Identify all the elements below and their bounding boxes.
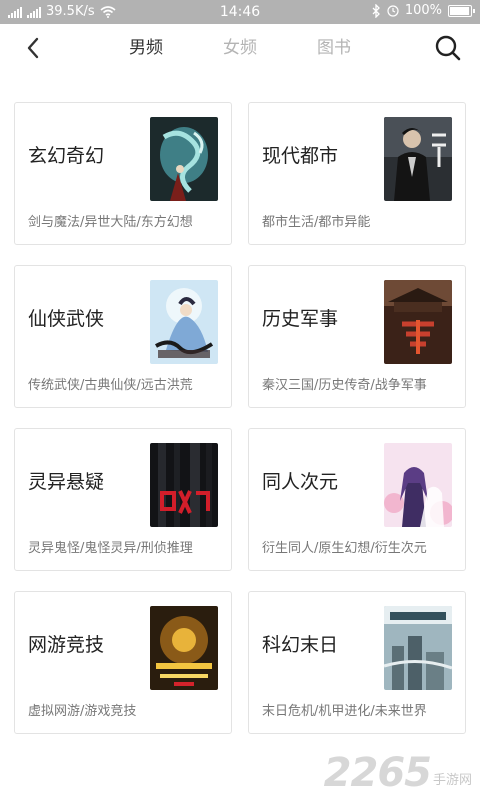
battery-percent: 100%	[404, 3, 442, 18]
tab-books[interactable]: 图书	[287, 36, 381, 60]
gender-tabs: 男频 女频 图书	[0, 36, 480, 60]
category-card-tongren[interactable]: 同人次元 衍生同人/原生幻想/衍生次元	[248, 428, 466, 571]
category-tags: 秦汉三国/历史传奇/战争军事	[262, 378, 427, 393]
watermark-suffix: 手游网	[432, 773, 472, 788]
category-title: 历史军事	[262, 308, 339, 330]
category-tags: 剑与魔法/异世大陆/东方幻想	[28, 215, 193, 230]
category-title: 网游竞技	[28, 634, 105, 656]
book-cover-image	[384, 280, 452, 364]
tab-female[interactable]: 女频	[193, 36, 287, 60]
vibrate-icon	[387, 4, 399, 17]
tab-male[interactable]: 男频	[99, 36, 193, 60]
category-tags: 传统武侠/古典仙侠/远古洪荒	[28, 378, 193, 393]
category-title: 玄幻奇幻	[28, 145, 105, 167]
category-card-kehuan[interactable]: 科幻末日 末日危机/机甲进化/未来世界	[248, 591, 466, 734]
category-card-dushi[interactable]: 现代都市 都市生活/都市异能	[248, 102, 466, 245]
category-grid: 玄幻奇幻 剑与魔法/异世大陆/东方幻想 现代都市 都市生活/都市异能 仙侠武侠 …	[14, 102, 466, 734]
book-cover-image	[150, 117, 218, 201]
category-title: 科幻末日	[262, 634, 339, 656]
battery-icon	[448, 4, 475, 17]
book-cover-image	[384, 606, 452, 690]
category-tags: 末日危机/机甲进化/未来世界	[262, 704, 427, 719]
category-title: 灵异悬疑	[28, 471, 105, 493]
status-bar: 39.5K/s 14:46 100%	[0, 0, 480, 24]
book-cover-image	[150, 443, 218, 527]
book-cover-image	[150, 280, 218, 364]
category-tags: 虚拟网游/游戏竞技	[28, 704, 137, 719]
category-card-xianxia[interactable]: 仙侠武侠 传统武侠/古典仙侠/远古洪荒	[14, 265, 232, 408]
book-cover-image	[384, 117, 452, 201]
bluetooth-icon	[372, 3, 380, 18]
category-tags: 灵异鬼怪/鬼怪灵异/刑侦推理	[28, 541, 193, 556]
book-cover-image	[150, 606, 218, 690]
search-icon[interactable]	[434, 34, 462, 62]
category-title: 仙侠武侠	[28, 308, 105, 330]
category-card-lingyi[interactable]: 灵异悬疑 灵异鬼怪/鬼怪灵异/刑侦推理	[14, 428, 232, 571]
category-title: 同人次元	[262, 471, 339, 493]
category-tags: 衍生同人/原生幻想/衍生次元	[262, 541, 427, 556]
watermark-number: 2265	[323, 750, 432, 796]
battery-fill	[450, 6, 469, 15]
status-right: 100%	[372, 3, 475, 18]
category-title: 现代都市	[262, 145, 339, 167]
book-cover-image	[384, 443, 452, 527]
category-card-wangyou[interactable]: 网游竞技 虚拟网游/游戏竞技	[14, 591, 232, 734]
category-card-xuanhuan[interactable]: 玄幻奇幻 剑与魔法/异世大陆/东方幻想	[14, 102, 232, 245]
category-card-lishi[interactable]: 历史军事 秦汉三国/历史传奇/战争军事	[248, 265, 466, 408]
site-watermark: 2265 手游网	[324, 750, 472, 796]
top-nav: 男频 女频 图书	[0, 24, 480, 72]
category-tags: 都市生活/都市异能	[262, 215, 371, 230]
